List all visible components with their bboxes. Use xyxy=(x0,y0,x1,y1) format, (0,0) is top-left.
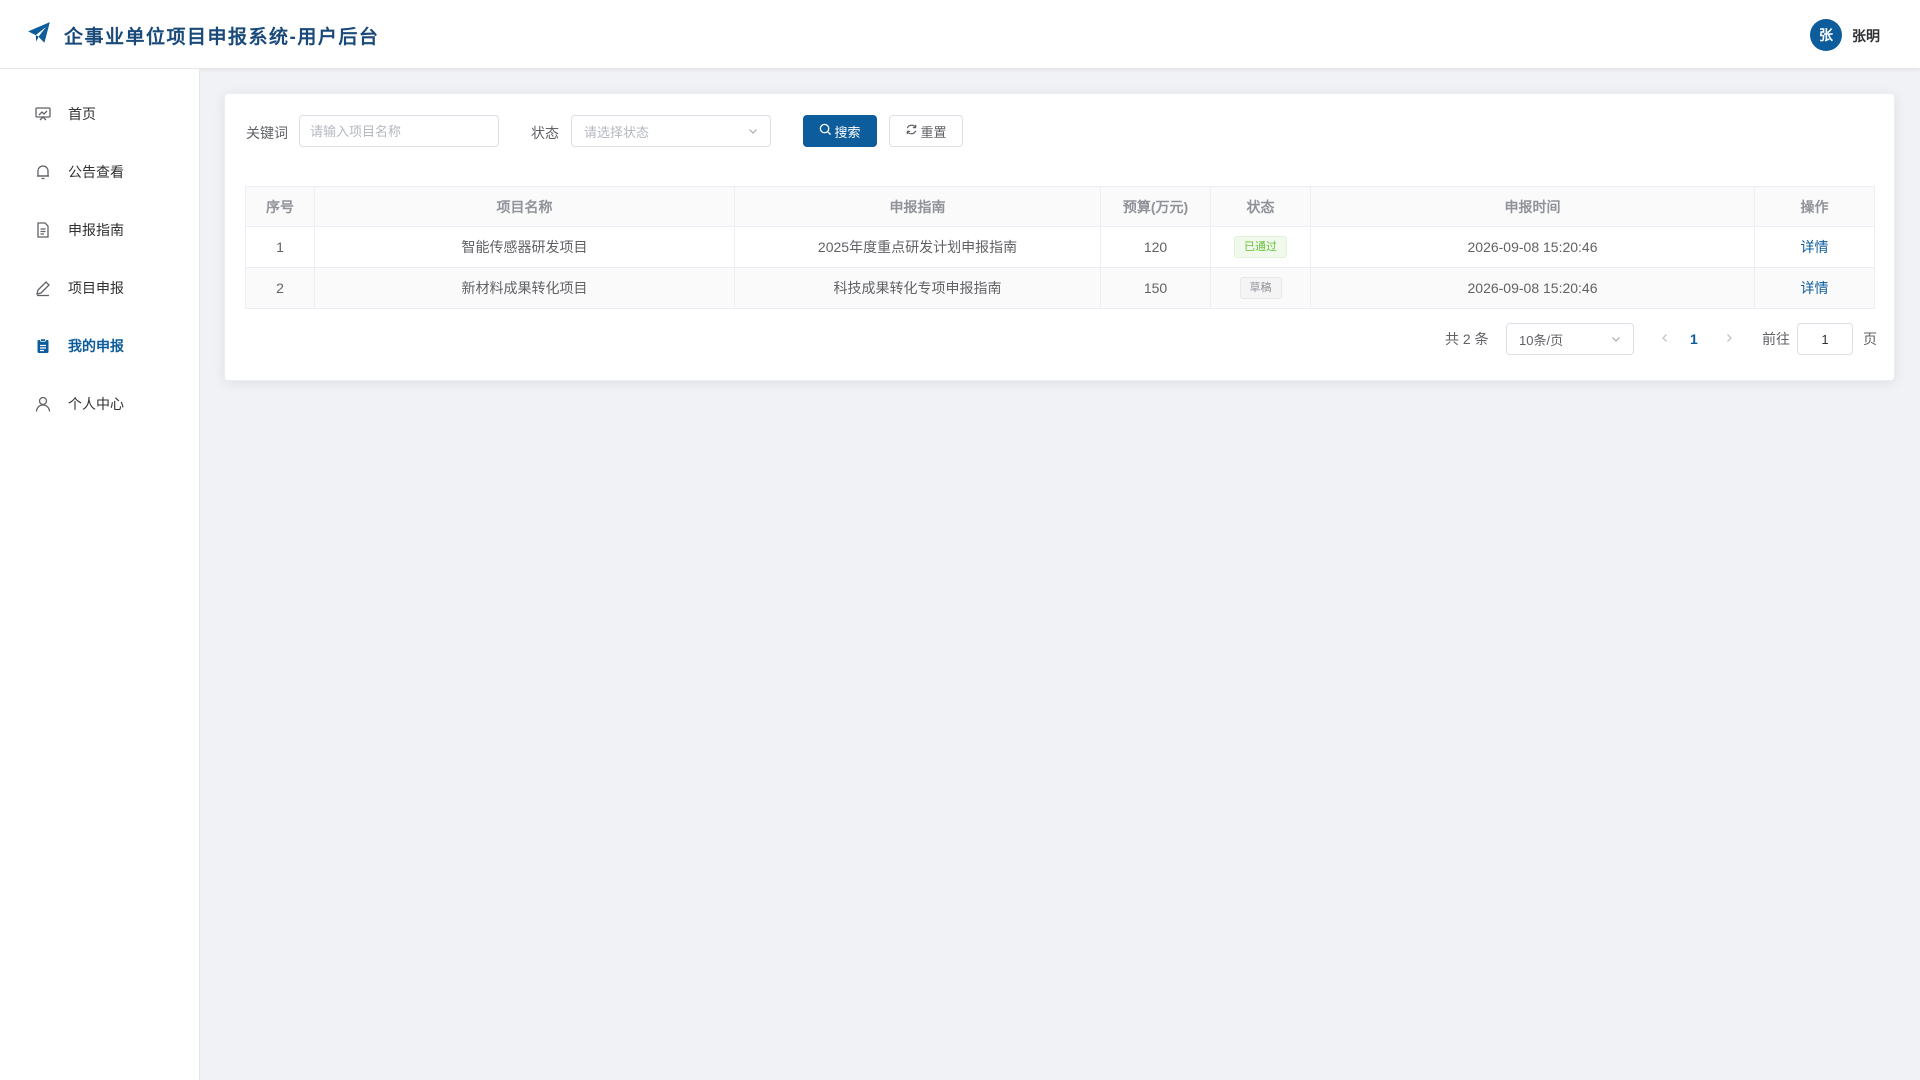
next-page-button[interactable] xyxy=(1723,323,1735,355)
cell-index: 1 xyxy=(245,226,315,268)
cell-budget: 150 xyxy=(1100,267,1211,309)
sidebar-item-label: 公告查看 xyxy=(68,164,124,180)
sidebar-item-label: 申报指南 xyxy=(68,222,124,238)
username[interactable]: 张明 xyxy=(1852,26,1880,46)
cell-status: 草稿 xyxy=(1210,267,1311,309)
cell-name: 智能传感器研发项目 xyxy=(314,226,735,268)
cell-time: 2026-09-08 15:20:46 xyxy=(1310,267,1755,309)
cell-budget: 120 xyxy=(1100,226,1211,268)
detail-link[interactable]: 详情 xyxy=(1801,239,1829,255)
search-icon xyxy=(819,123,834,139)
keyword-input[interactable] xyxy=(299,115,499,147)
refresh-icon xyxy=(905,123,920,139)
cell-action: 详情 xyxy=(1754,226,1875,268)
column-header-budget: 预算(万元) xyxy=(1100,186,1211,227)
pagination-total: 共 2 条 xyxy=(1445,331,1489,347)
applications-card: 关键词 状态 请选择状态 搜索 重置 序号 项目名称 申报指南 预算(万元) xyxy=(224,93,1895,381)
cell-action: 详情 xyxy=(1754,267,1875,309)
search-button-label: 搜索 xyxy=(834,124,861,140)
table-row: 1 智能传感器研发项目 2025年度重点研发计划申报指南 120 已通过 202… xyxy=(245,226,1875,268)
table-header-row: 序号 项目名称 申报指南 预算(万元) 状态 申报时间 操作 xyxy=(245,186,1875,227)
sidebar-item-label: 首页 xyxy=(68,106,96,122)
sidebar-item-label: 项目申报 xyxy=(68,280,124,296)
page-size-value: 10条/页 xyxy=(1519,332,1564,348)
goto-page-input[interactable] xyxy=(1797,323,1853,355)
chevron-down-icon xyxy=(748,124,758,139)
sidebar-item-guides[interactable]: 申报指南 xyxy=(0,201,199,259)
column-header-name: 项目名称 xyxy=(314,186,735,227)
chevron-down-icon xyxy=(1611,332,1621,347)
sidebar: 首页 公告查看 申报指南 项目申报 我的申报 个人中心 xyxy=(0,69,200,1080)
user-icon xyxy=(34,395,52,413)
cell-index: 2 xyxy=(245,267,315,309)
search-button[interactable]: 搜索 xyxy=(803,115,877,147)
top-header: 企事业单位项目申报系统-用户后台 张 张明 xyxy=(0,0,1920,69)
page-unit-label: 页 xyxy=(1863,331,1877,347)
sidebar-item-label: 我的申报 xyxy=(68,338,124,354)
cell-guide: 科技成果转化专项申报指南 xyxy=(734,267,1101,309)
chevron-right-icon xyxy=(1723,331,1735,347)
sidebar-item-notices[interactable]: 公告查看 xyxy=(0,143,199,201)
clipboard-icon xyxy=(34,337,52,355)
status-select-placeholder: 请选择状态 xyxy=(584,124,650,140)
status-select[interactable]: 请选择状态 xyxy=(571,115,771,147)
page-number-current[interactable]: 1 xyxy=(1690,323,1698,355)
column-header-index: 序号 xyxy=(245,186,315,227)
detail-link[interactable]: 详情 xyxy=(1801,280,1829,296)
edit-icon xyxy=(34,279,52,297)
cell-name: 新材料成果转化项目 xyxy=(314,267,735,309)
column-header-guide: 申报指南 xyxy=(734,186,1101,227)
sidebar-item-apply[interactable]: 项目申报 xyxy=(0,259,199,317)
column-header-time: 申报时间 xyxy=(1310,186,1755,227)
avatar[interactable]: 张 xyxy=(1810,19,1842,51)
status-label: 状态 xyxy=(531,125,559,141)
sidebar-item-label: 个人中心 xyxy=(68,396,124,412)
sidebar-item-profile[interactable]: 个人中心 xyxy=(0,375,199,433)
status-badge: 已通过 xyxy=(1234,236,1287,258)
table-row: 2 新材料成果转化项目 科技成果转化专项申报指南 150 草稿 2026-09-… xyxy=(245,267,1875,309)
column-header-action: 操作 xyxy=(1754,186,1875,227)
prev-page-button[interactable] xyxy=(1659,323,1671,355)
cell-status: 已通过 xyxy=(1210,226,1311,268)
applications-table: 序号 项目名称 申报指南 预算(万元) 状态 申报时间 操作 1 智能传感器研发… xyxy=(245,186,1875,309)
bell-icon xyxy=(34,163,52,181)
dashboard-icon xyxy=(34,105,52,123)
document-icon xyxy=(34,221,52,239)
keyword-label: 关键词 xyxy=(246,125,288,141)
page-size-select[interactable]: 10条/页 xyxy=(1506,323,1634,355)
sidebar-item-my-applications[interactable]: 我的申报 xyxy=(0,317,199,375)
sidebar-item-home[interactable]: 首页 xyxy=(0,85,199,143)
reset-button[interactable]: 重置 xyxy=(889,115,963,147)
cell-guide: 2025年度重点研发计划申报指南 xyxy=(734,226,1101,268)
goto-label: 前往 xyxy=(1762,331,1790,347)
chevron-left-icon xyxy=(1659,331,1671,347)
cell-time: 2026-09-08 15:20:46 xyxy=(1310,226,1755,268)
status-badge: 草稿 xyxy=(1239,277,1282,299)
reset-button-label: 重置 xyxy=(920,124,947,140)
column-header-status: 状态 xyxy=(1210,186,1311,227)
app-title: 企事业单位项目申报系统-用户后台 xyxy=(64,27,380,48)
paper-plane-icon xyxy=(26,20,52,46)
